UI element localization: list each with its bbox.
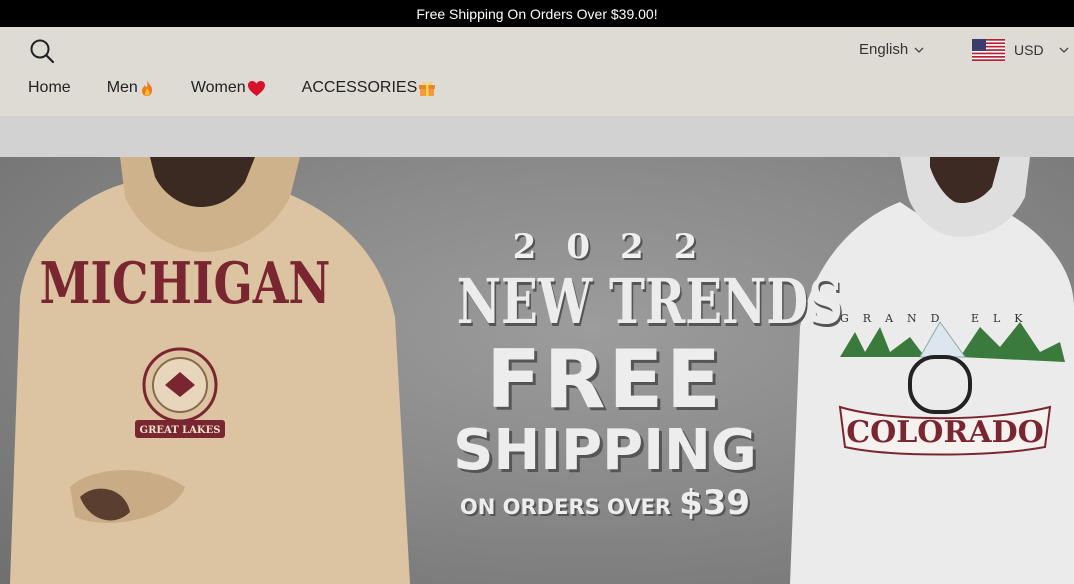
spacer-strip — [0, 116, 1074, 157]
chevron-down-icon — [914, 47, 924, 53]
left-shirt-text: MICHIGAN — [40, 250, 331, 317]
nav-item-label: ACCESSORIES — [301, 79, 418, 96]
nav-item-label: Men — [106, 79, 138, 96]
currency-label: USD — [1014, 42, 1044, 58]
language-label: English — [859, 41, 909, 58]
left-badge-text: GREAT LAKES — [140, 425, 221, 436]
nav-item-label: Women — [190, 79, 246, 96]
hero-orders-prefix: ON ORDERS OVER — [459, 495, 672, 519]
hero-headline: NEW TRENDS — [456, 265, 844, 338]
nav-item-home[interactable]: Home — [28, 79, 71, 97]
hero-shipping: SHIPPING — [453, 418, 757, 483]
nav-item-accessories[interactable]: ACCESSORIES — [302, 79, 437, 97]
right-shirt-top: GRAND ELK — [840, 312, 1037, 325]
announcement-bar: Free Shipping On Orders Over $39.00! — [0, 0, 1074, 27]
us-flag-icon — [972, 39, 1005, 61]
left-hoodie-image: MICHIGAN GREAT LAKES — [10, 157, 410, 584]
gift-icon — [418, 79, 436, 97]
language-selector[interactable]: English — [859, 41, 924, 58]
hero-orders-amount: $39 — [679, 483, 751, 523]
fire-icon — [139, 79, 155, 97]
hero-orders-line: ON ORDERS OVER $39 — [415, 483, 795, 523]
nav-item-label: Home — [28, 79, 71, 96]
hero-banner[interactable]: MICHIGAN GREAT LAKES GRAND ELK COLORADO … — [0, 157, 1074, 584]
main-nav: Home Men Women ACCESSORIES — [28, 79, 472, 97]
search-button[interactable] — [29, 38, 55, 64]
nav-item-men[interactable]: Men — [107, 79, 155, 97]
currency-selector[interactable]: USD — [972, 39, 1069, 61]
nav-item-women[interactable]: Women — [191, 79, 266, 97]
site-header: English USD Home Men Women ACCESSORIES — [0, 27, 1074, 116]
announcement-text: Free Shipping On Orders Over $39.00! — [416, 5, 658, 22]
search-icon — [30, 39, 55, 64]
hero-text-block: 2022 NEW TRENDS FREE SHIPPING ON ORDERS … — [415, 227, 844, 523]
hero-free: FREE — [486, 333, 724, 426]
heart-icon — [247, 80, 266, 97]
right-shirt-text: COLORADO — [846, 415, 1044, 450]
hero-year: 2022 — [512, 227, 728, 267]
right-hoodie-image: GRAND ELK COLORADO — [790, 157, 1074, 584]
chevron-down-icon — [1059, 47, 1069, 53]
